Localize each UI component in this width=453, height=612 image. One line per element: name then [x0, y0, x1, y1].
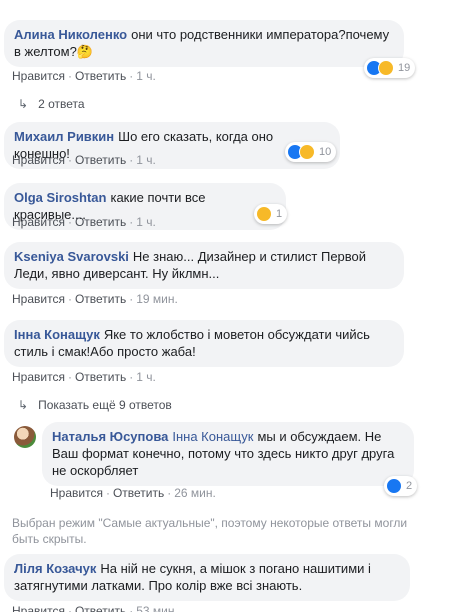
comment-author[interactable]: Ліля Козачук — [14, 561, 96, 576]
view-replies-link[interactable]: ↳ 2 ответа — [18, 96, 85, 112]
reply-author[interactable]: Наталья Юсупова — [52, 429, 168, 444]
view-more-replies-link[interactable]: ↳ Показать ещё 9 ответов — [18, 397, 172, 413]
reply-bubble: Наталья Юсупова Інна Конащук мы и обсуждае… — [42, 422, 414, 486]
comment-author[interactable]: Olga Siroshtan — [14, 190, 106, 205]
comment-time[interactable]: 1 ч. — [136, 370, 156, 384]
reply-button[interactable]: Ответить — [75, 153, 126, 167]
like-button[interactable]: Нравится — [12, 69, 65, 83]
reaction-count: 2 — [406, 480, 413, 492]
comment-author[interactable]: Інна Конащук — [14, 327, 100, 342]
reply-button[interactable]: Ответить — [75, 215, 126, 229]
like-button[interactable]: Нравится — [12, 292, 65, 306]
comment-author[interactable]: Алина Николенко — [14, 27, 127, 42]
comment-author[interactable]: Kseniya Svarovski — [14, 249, 129, 264]
reply-button[interactable]: Ответить — [113, 486, 164, 500]
comment-bubble: Алина Николенко они что родственники импе… — [4, 20, 404, 67]
comment-bubble: Інна Конащук Яке то жлобство і моветон об… — [4, 320, 404, 367]
comment-time[interactable]: 19 мин. — [136, 292, 178, 306]
reply-button[interactable]: Ответить — [75, 69, 126, 83]
comment-time[interactable]: 53 мин. — [136, 604, 178, 612]
reply-actions: Нравится · Ответить · 26 мин. — [50, 486, 216, 500]
like-button[interactable]: Нравится — [12, 604, 65, 612]
avatar[interactable] — [14, 426, 36, 448]
reactions-summary[interactable]: 19 — [364, 58, 416, 78]
comment-actions: Нравится · Ответить · 1 ч. — [12, 215, 156, 229]
reaction-count: 10 — [319, 146, 332, 158]
reply-button[interactable]: Ответить — [75, 292, 126, 306]
comment-time[interactable]: 1 ч. — [136, 215, 156, 229]
reactions-summary[interactable]: 2 — [384, 476, 418, 496]
comment-bubble: Kseniya Svarovski Не знаю... Дизайнер и с… — [4, 242, 404, 289]
replies-count-label[interactable]: 2 ответа — [38, 97, 84, 111]
like-button[interactable]: Нравится — [50, 486, 103, 500]
reply-button[interactable]: Ответить — [75, 604, 126, 612]
reactions-summary[interactable]: 1 — [254, 204, 288, 224]
comment-actions: Нравится · Ответить · 1 ч. — [12, 153, 156, 167]
like-button[interactable]: Нравится — [12, 215, 65, 229]
reply-arrow-icon: ↳ — [18, 97, 29, 111]
comment-time[interactable]: 1 ч. — [136, 69, 156, 83]
reaction-count: 19 — [398, 62, 411, 74]
comment-time[interactable]: 1 ч. — [136, 153, 156, 167]
like-button[interactable]: Нравится — [12, 153, 65, 167]
reply-button[interactable]: Ответить — [75, 370, 126, 384]
haha-icon — [256, 206, 272, 222]
comment-actions: Нравится · Ответить · 53 мин. — [12, 603, 178, 612]
haha-icon — [299, 144, 315, 160]
reaction-count: 1 — [276, 208, 283, 220]
filter-notice: Выбран режим "Самые актуальные", поэтому… — [12, 516, 408, 546]
more-replies-label[interactable]: Показать ещё 9 ответов — [38, 398, 172, 412]
like-icon — [386, 478, 402, 494]
reply-arrow-icon: ↳ — [18, 398, 29, 412]
reactions-summary[interactable]: 10 — [285, 142, 337, 162]
reply-mention[interactable]: Інна Конащук — [172, 429, 253, 444]
comment-actions: Нравится · Ответить · 19 мин. — [12, 292, 178, 306]
comment-actions: Нравится · Ответить · 1 ч. — [12, 69, 156, 83]
comment-author[interactable]: Михаил Ривкин — [14, 129, 114, 144]
haha-icon — [378, 60, 394, 76]
reply-time[interactable]: 26 мин. — [174, 486, 216, 500]
comment-bubble: Ліля Козачук На ній не сукня, а мішок з п… — [4, 554, 410, 601]
comment-actions: Нравится · Ответить · 1 ч. — [12, 370, 156, 384]
like-button[interactable]: Нравится — [12, 370, 65, 384]
